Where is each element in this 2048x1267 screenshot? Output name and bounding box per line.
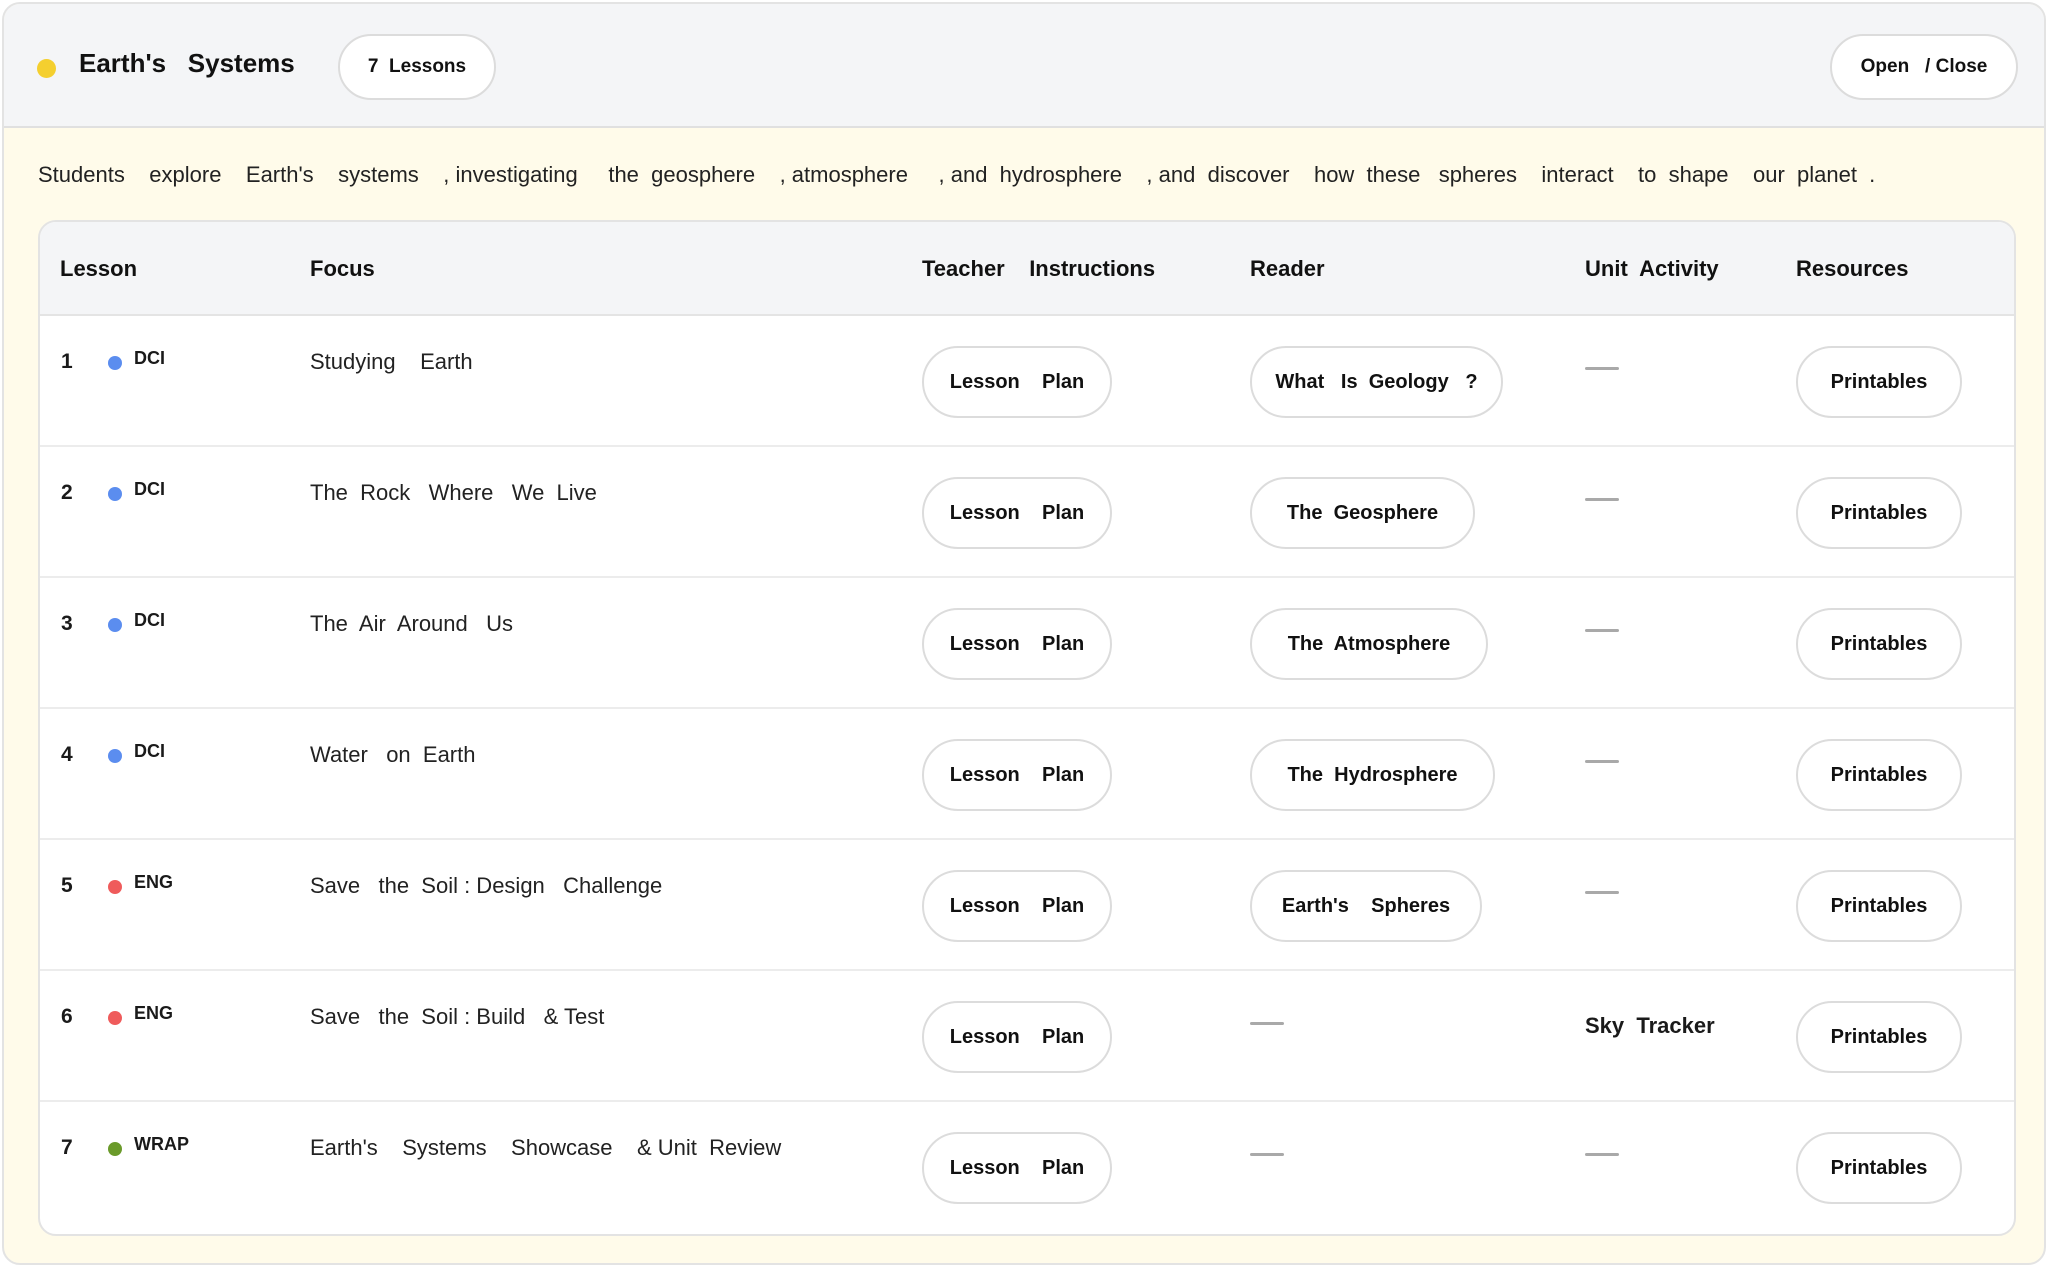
open-close-button[interactable]: Open / Close <box>1830 34 2018 100</box>
lesson-tag: WRAP <box>134 1134 189 1154</box>
tag-dot <box>108 1011 122 1025</box>
unit-activity-label: Sky Tracker <box>1585 1013 1715 1038</box>
column-header-teacher-instructions: Teacher Instructions <box>922 256 1156 281</box>
unit-card: Earth's Systems 7 Lessons Open / Close S… <box>2 2 2046 1265</box>
lesson-tag: DCI <box>134 610 165 630</box>
lesson-plan-button[interactable]: Lesson Plan <box>922 870 1112 942</box>
lesson-tag: DCI <box>134 479 165 499</box>
empty-unit-activity-dash <box>1585 891 1619 894</box>
lesson-number: 6 <box>61 1005 73 1028</box>
unit-header: Earth's Systems 7 Lessons Open / Close <box>4 4 2044 128</box>
lessons-table: Lesson Focus Teacher Instructions Reader… <box>38 220 2016 1236</box>
printables-button[interactable]: Printables <box>1796 870 1962 942</box>
lesson-number: 2 <box>61 481 73 504</box>
column-header-resources: Resources <box>1796 256 1909 281</box>
table-row: 3 DCI The Air Around Us Lesson Plan The Atmo… <box>40 578 2014 709</box>
lesson-focus: Studying Earth <box>310 349 473 374</box>
lessons-count-badge: 7 Lessons <box>338 34 496 100</box>
unit-color-dot <box>37 59 56 78</box>
printables-button[interactable]: Printables <box>1796 346 1962 418</box>
lesson-plan-button[interactable]: Lesson Plan <box>922 1001 1112 1073</box>
reader-button[interactable]: What Is Geology ? <box>1250 346 1503 418</box>
table-row: 5 ENG Save the Soil : Design Challenge Less… <box>40 840 2014 971</box>
lesson-focus: The Rock Where We Live <box>310 480 597 505</box>
lesson-plan-button[interactable]: Lesson Plan <box>922 477 1112 549</box>
lesson-tag: DCI <box>134 348 165 368</box>
printables-button[interactable]: Printables <box>1796 1001 1962 1073</box>
lesson-plan-button[interactable]: Lesson Plan <box>922 739 1112 811</box>
empty-unit-activity-dash <box>1585 760 1619 763</box>
table-row: 7 WRAP Earth's Systems Showcase & Unit Rev… <box>40 1102 2014 1233</box>
empty-unit-activity-dash <box>1585 629 1619 632</box>
column-header-focus: Focus <box>310 256 375 281</box>
tag-dot <box>108 618 122 632</box>
printables-button[interactable]: Printables <box>1796 739 1962 811</box>
lesson-number: 5 <box>61 874 73 897</box>
empty-reader-dash <box>1250 1022 1284 1025</box>
lesson-tag: DCI <box>134 741 165 761</box>
table-row: 4 DCI Water on Earth Lesson Plan The Hydrosp… <box>40 709 2014 840</box>
table-row: 2 DCI The Rock Where We Live Lesson Plan The… <box>40 447 2014 578</box>
reader-button[interactable]: The Hydrosphere <box>1250 739 1495 811</box>
lesson-plan-button[interactable]: Lesson Plan <box>922 1132 1112 1204</box>
table-header: Lesson Focus Teacher Instructions Reader… <box>40 222 2014 316</box>
lesson-number: 4 <box>61 743 73 766</box>
table-row: 1 DCI Studying Earth Lesson Plan What Is Geo… <box>40 316 2014 447</box>
reader-button[interactable]: Earth's Spheres <box>1250 870 1482 942</box>
printables-button[interactable]: Printables <box>1796 477 1962 549</box>
column-header-reader: Reader <box>1250 256 1325 281</box>
unit-description: Students explore Earth's systems , inves… <box>38 162 1876 187</box>
reader-button[interactable]: The Atmosphere <box>1250 608 1488 680</box>
tag-dot <box>108 880 122 894</box>
lesson-number: 7 <box>61 1136 73 1159</box>
unit-title: Earth's Systems <box>79 48 295 78</box>
tag-dot <box>108 356 122 370</box>
lesson-focus: Water on Earth <box>310 742 476 767</box>
reader-button[interactable]: The Geosphere <box>1250 477 1475 549</box>
empty-unit-activity-dash <box>1585 367 1619 370</box>
lesson-tag: ENG <box>134 872 174 892</box>
lesson-plan-button[interactable]: Lesson Plan <box>922 346 1112 418</box>
printables-button[interactable]: Printables <box>1796 1132 1962 1204</box>
tag-dot <box>108 749 122 763</box>
column-header-lesson: Lesson <box>60 256 138 281</box>
tag-dot <box>108 487 122 501</box>
lesson-plan-button[interactable]: Lesson Plan <box>922 608 1112 680</box>
table-row: 6 ENG Save the Soil : Build & Test Lesson P… <box>40 971 2014 1102</box>
lesson-focus: Earth's Systems Showcase & Unit Review <box>310 1135 782 1160</box>
printables-button[interactable]: Printables <box>1796 608 1962 680</box>
lesson-number: 1 <box>61 350 73 373</box>
empty-unit-activity-dash <box>1585 498 1619 501</box>
lesson-tag: ENG <box>134 1003 174 1023</box>
column-header-unit-activity: Unit Activity <box>1585 256 1719 281</box>
empty-reader-dash <box>1250 1153 1284 1156</box>
lesson-focus: Save the Soil : Design Challenge <box>310 873 663 898</box>
empty-unit-activity-dash <box>1585 1153 1619 1156</box>
lesson-number: 3 <box>61 612 73 635</box>
lesson-focus: Save the Soil : Build & Test <box>310 1004 605 1029</box>
lesson-focus: The Air Around Us <box>310 611 513 636</box>
tag-dot <box>108 1142 122 1156</box>
